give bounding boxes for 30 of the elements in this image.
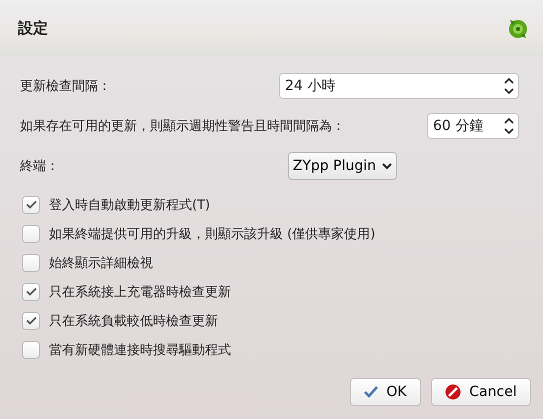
checkbox-label: 如果終端提供可用的升級，則顯示該升級 (僅供專家使用) [49,226,376,242]
prohibited-icon [445,384,462,400]
checkbox-label: 始終顯示詳細檢視 [49,254,153,272]
checkbox-label: 登入時自動啟動更新程式(T) [49,196,210,214]
chevron-down-icon [382,162,392,170]
checkmark-icon [26,316,36,325]
chameleon-logo-icon [507,17,529,39]
dialog-title: 設定 [18,18,48,38]
checkmark-icon [26,200,36,209]
checkbox[interactable] [22,340,40,358]
checkmark-icon [26,287,36,296]
cancel-button[interactable]: Cancel [431,378,531,406]
checkbox[interactable] [22,254,40,272]
checkbox[interactable] [22,282,40,300]
checkbox-label: 當有新硬體連接時搜尋驅動程式 [49,342,231,358]
field-label: 終端： [20,158,59,175]
checkbox-label: 只在系統負載較低時檢查更新 [49,312,218,330]
spin-box[interactable]: 24 小時 [279,73,519,99]
spin-box[interactable]: 60 分鐘 [427,113,519,139]
checkbox-label: 只在系統接上充電器時檢查更新 [49,284,231,300]
checkbox[interactable] [22,224,40,242]
ok-button[interactable]: OK [350,378,421,406]
spin-arrows-icon[interactable] [504,77,514,95]
checkbox[interactable] [22,312,40,330]
dropdown[interactable]: ZYpp Plugin [288,152,397,180]
field-label: 更新檢查間隔： [20,78,111,95]
checkmark-icon [364,386,378,398]
checkbox[interactable] [22,196,40,214]
spin-arrows-icon[interactable] [504,117,514,135]
field-label: 如果存在可用的更新，則顯示週期性警告且時間間隔為： [20,118,345,135]
